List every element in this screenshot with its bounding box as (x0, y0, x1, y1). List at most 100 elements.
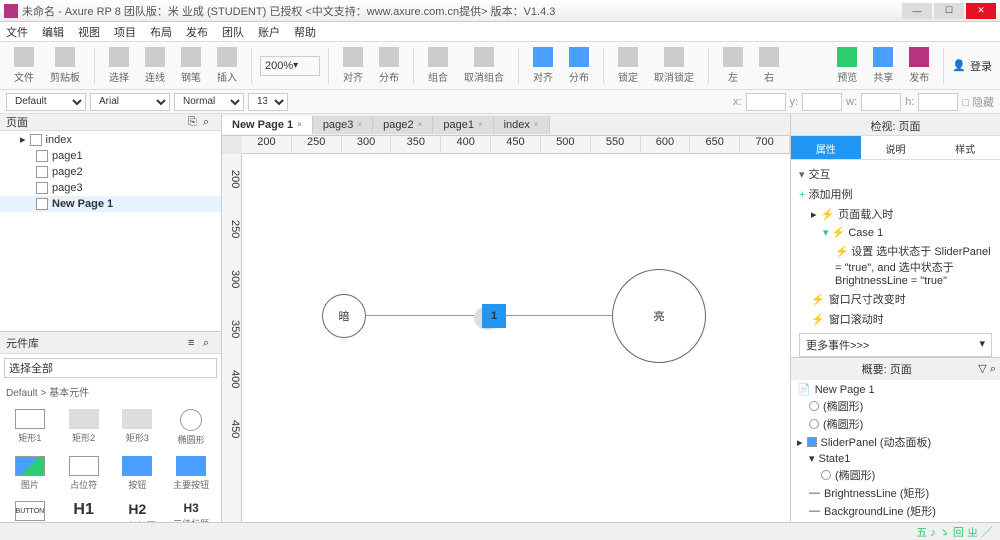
lock-icon[interactable] (618, 47, 638, 67)
menu-account[interactable]: 账户 (258, 24, 280, 40)
menu-help[interactable]: 帮助 (294, 24, 316, 40)
weight-select[interactable]: Normal (174, 93, 244, 111)
menu-layout[interactable]: 布局 (150, 24, 172, 40)
widget-button[interactable]: 按钮 (112, 452, 164, 495)
widget-rect2[interactable]: 矩形2 (58, 405, 110, 450)
tab-style[interactable]: 样式 (930, 136, 1000, 159)
outline-ellipse2[interactable]: (椭圆形) (793, 415, 998, 433)
outline-ellipse1[interactable]: (椭圆形) (793, 397, 998, 415)
canvas[interactable]: 暗 亮 1 (242, 154, 790, 522)
tree-page2[interactable]: page2 (0, 164, 221, 180)
event-onload[interactable]: ▸ ⚡ 页面载入时 (795, 204, 996, 224)
tab-newpage[interactable]: New Page 1× (222, 116, 313, 134)
tree-page1[interactable]: page1 (0, 148, 221, 164)
preview-icon[interactable] (837, 47, 857, 67)
y-input[interactable] (802, 93, 842, 111)
outline-state1[interactable]: ▾ State1 (793, 451, 998, 466)
case-1[interactable]: ▾ ⚡ Case 1 (795, 224, 996, 241)
widget-ellipse[interactable]: 椭圆形 (165, 405, 217, 450)
tree-root[interactable]: ▸ index (0, 131, 221, 148)
widget-h1[interactable]: H1一级标题 (58, 497, 110, 522)
pen-icon[interactable] (181, 47, 201, 67)
tab-properties[interactable]: 属性 (791, 136, 861, 159)
menu-publish[interactable]: 发布 (186, 24, 208, 40)
tab-index[interactable]: index× (494, 116, 550, 134)
zoom-select[interactable]: 200% ▾ (260, 56, 320, 76)
font-select[interactable]: Arial (90, 93, 170, 111)
menu-edit[interactable]: 编辑 (42, 24, 64, 40)
file-icon[interactable] (14, 47, 34, 67)
widget-image[interactable]: 图片 (4, 452, 56, 495)
menu-project[interactable]: 项目 (114, 24, 136, 40)
lib-search-input[interactable] (4, 358, 217, 378)
widget-primary-button[interactable]: 主要按钮 (165, 452, 217, 495)
action-set[interactable]: ⚡ 设置 选中状态于 SliderPanel = "true", and 选中状… (795, 241, 996, 289)
align-icon[interactable] (343, 47, 363, 67)
unlock-icon[interactable] (664, 47, 684, 67)
lib-menu-icon[interactable]: ≡ (188, 337, 200, 349)
widget-rect3[interactable]: 矩形3 (112, 405, 164, 450)
w-input[interactable] (861, 93, 901, 111)
left-icon[interactable] (723, 47, 743, 67)
ungroup-icon[interactable] (474, 47, 494, 67)
tab-page3[interactable]: page3× (313, 116, 373, 134)
login-button[interactable]: 👤 登录 (952, 58, 992, 74)
tab-page2[interactable]: page2× (373, 116, 433, 134)
insert-icon[interactable] (217, 47, 237, 67)
select-icon[interactable] (109, 47, 129, 67)
widget-h2[interactable]: H2二级标题 (112, 497, 164, 522)
clipboard-icon[interactable] (55, 47, 75, 67)
widget-h3[interactable]: H3三级标题 (165, 497, 217, 522)
search-icon[interactable]: ⌕ (203, 116, 215, 128)
menu-team[interactable]: 团队 (222, 24, 244, 40)
widget-placeholder[interactable]: 占位符 (58, 452, 110, 495)
outline-background[interactable]: — BackgroundLine (矩形) (793, 502, 998, 520)
app-icon (4, 4, 18, 18)
page-tabs: New Page 1× page3× page2× page1× index× (222, 114, 790, 136)
slider-thumb[interactable]: 1 (482, 304, 506, 328)
add-page-icon[interactable]: ⎘ (188, 116, 200, 128)
more-events[interactable]: 更多事件>>>▾ (799, 333, 992, 357)
filter-icon[interactable]: ▽ (978, 363, 986, 375)
tab-notes[interactable]: 说明 (861, 136, 931, 159)
connect-icon[interactable] (145, 47, 165, 67)
outline-root[interactable]: 📄 New Page 1 (793, 382, 998, 397)
light-circle[interactable]: 亮 (612, 269, 706, 363)
add-case-link[interactable]: + 添加用例 (795, 184, 996, 204)
dark-circle[interactable]: 暗 (322, 294, 366, 338)
group-icon[interactable] (428, 47, 448, 67)
right-icon[interactable] (759, 47, 779, 67)
outline-brightness[interactable]: — BrightnessLine (矩形) (793, 484, 998, 502)
ime-indicator[interactable]: 五 ♪ ゝ 回 ㄓ ╱ (916, 524, 992, 540)
outline-ellipse3[interactable]: (椭圆形) (793, 466, 998, 484)
x-input[interactable] (746, 93, 786, 111)
size-select[interactable]: 13 (248, 93, 288, 111)
alignv-icon[interactable] (533, 47, 553, 67)
tree-newpage[interactable]: New Page 1 (0, 196, 221, 212)
outline-search-icon[interactable]: ⌕ (990, 363, 996, 375)
distv-icon[interactable] (569, 47, 589, 67)
toolbar: 文件 剪贴板 选择 连线 钢笔 插入 200% ▾ 对齐 分布 组合 取消组合 … (0, 42, 1000, 90)
dist-icon[interactable] (379, 47, 399, 67)
outline-panel[interactable]: ▸ SliderPanel (动态面板) (793, 433, 998, 451)
close-button[interactable]: ✕ (966, 3, 996, 19)
sitemap-tree: ▸ index page1 page2 page3 New Page 1 (0, 131, 221, 331)
publish-icon[interactable] (909, 47, 929, 67)
lib-search-icon[interactable]: ⌕ (203, 337, 215, 349)
style-select[interactable]: Default (6, 93, 86, 111)
minimize-button[interactable]: — (902, 3, 932, 19)
widget-link-button[interactable]: BUTTON链接按钮 (4, 497, 56, 522)
menu-view[interactable]: 视图 (78, 24, 100, 40)
event-scroll[interactable]: ⚡ 窗口滚动时 (795, 309, 996, 329)
lib-group[interactable]: Default > 基本元件 (0, 382, 221, 401)
ix-section-header[interactable]: ▾ 交互 (795, 164, 996, 184)
share-icon[interactable] (873, 47, 893, 67)
tab-page1[interactable]: page1× (433, 116, 493, 134)
maximize-button[interactable]: ☐ (934, 3, 964, 19)
widget-rect1[interactable]: 矩形1 (4, 405, 56, 450)
tree-page3[interactable]: page3 (0, 180, 221, 196)
inspector-header: 检视: 页面 (791, 114, 1000, 136)
h-input[interactable] (918, 93, 958, 111)
menu-file[interactable]: 文件 (6, 24, 28, 40)
event-resize[interactable]: ⚡ 窗口尺寸改变时 (795, 289, 996, 309)
